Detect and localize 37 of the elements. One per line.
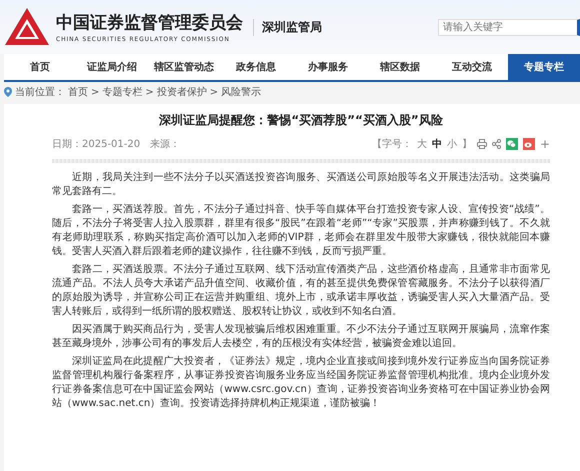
nav-tab[interactable]: 专题专栏	[508, 54, 580, 80]
article-paragraph: 因买酒属于购买商品行为，受害人发现被骗后维权困难重重。不少不法分子通过互联网开展骗局，流窜作案甚至藏身境外，涉事公司有的事发后人去楼空，有的压根没有实体经营，被骗资金难以追回。	[52, 323, 550, 351]
article-source: 来源：	[150, 138, 180, 151]
article-paragraph: 套路一，买酒送荐股。首先，不法分子通过抖音、快手等自媒体平台打造投资专家人设、宣传投资“战绩”。随后，不法分子将受害人拉入股票群，群里有很多“股民”在跟着“老师”“专家”买股票，并声称赚到钱了。不久就有老师助理联系，称购买指定高价酒可以加入老师的VIP群，老师会在群里发牛股带大家赚钱，很快就能回本赚钱。受害人买酒入群后跟着老师的建议操作，往往赚不到钱，反而亏损严重。	[52, 203, 550, 259]
location-pin-icon	[4, 87, 12, 97]
bureau-name: 深圳监管局	[253, 18, 322, 36]
breadcrumb-link[interactable]: 首页	[68, 85, 88, 99]
breadcrumb-link[interactable]: 专题专栏	[102, 85, 142, 99]
font-size-label: 【字号：	[372, 138, 412, 151]
nav-tab[interactable]: 辖区数据	[364, 54, 436, 80]
breadcrumb-label: 当前位置：	[15, 86, 65, 99]
breadcrumb-separator: >	[91, 86, 100, 98]
print-icon[interactable]	[476, 139, 487, 149]
breadcrumb-link[interactable]: 投资者保护	[156, 85, 207, 99]
breadcrumb-link[interactable]: 风险警示	[221, 85, 262, 99]
font-size-option[interactable]: 小	[446, 137, 457, 151]
nav-tab[interactable]: 首页	[4, 54, 76, 80]
share-icon[interactable]	[492, 139, 501, 149]
logo-icon	[4, 7, 50, 47]
nav-tab[interactable]: 政务信息	[220, 54, 292, 80]
nav-tab[interactable]: 证监局介绍	[76, 54, 148, 80]
article-paragraph: 近期，我局关注到一些不法分子以买酒送投资咨询服务、买酒送公司原始股等名义开展违法活动。这类骗局常见套路有二。	[52, 171, 550, 199]
font-size-option[interactable]: 中	[432, 137, 442, 151]
font-size-bracket: 】	[462, 138, 472, 151]
font-size-option[interactable]: 大	[416, 137, 427, 151]
nav-tab[interactable]: 办事服务	[292, 54, 364, 80]
article-date: 日期：2025-01-20	[52, 138, 140, 151]
article-paragraph: 深圳证监局在此提醒广大投资者，《证券法》规定，境内企业直接或间接到境外发行证券应当向国务院证券监督管理机构履行备案程序，从事证券投资咨询服务业务应当经国务院证券监督管理机构批准。境内企业境外发行证券备案信息可在中国证监会网站（www.csrc.gov.cn）查询，证券投资咨询业务资格可在中国证券业协会网站（www.sac.net.cn）查询。投资请选择持牌机构正规渠道，谨防被骗！	[52, 355, 550, 411]
nav-tab[interactable]: 互动交流	[436, 54, 508, 80]
more-share-button[interactable]: +	[540, 137, 550, 151]
article-title: 深圳证监局提醒您：警惕“买酒荐股”“买酒入股”风险	[158, 112, 444, 129]
breadcrumb-separator: >	[145, 86, 154, 98]
nav-tab[interactable]: 辖区监管动态	[148, 54, 220, 80]
search-field[interactable]: 请输入关键字	[438, 18, 580, 36]
article-paragraph: 套路二，买酒送股票。不法分子通过互联网、线下活动宣传酒类产品，这些酒价格虚高，且通常非市面常见流通产品。不法人员夸大承诺产品升值空间、收藏价值，有的甚至提供免费保管窖藏服务。不法分子以获得酒厂的原始股为诱导，并宣称公司正在运营并购重组、境外上市，或承诺丰厚收益，诱骗受害人买入大量酒产品。受害人转账后，或得到一纸所谓的股权赠送、股权转让协议，或收到不知名白酒。	[52, 263, 550, 319]
org-name: 中国证券监督管理委员会	[56, 12, 243, 34]
breadcrumb-separator: >	[210, 86, 218, 98]
